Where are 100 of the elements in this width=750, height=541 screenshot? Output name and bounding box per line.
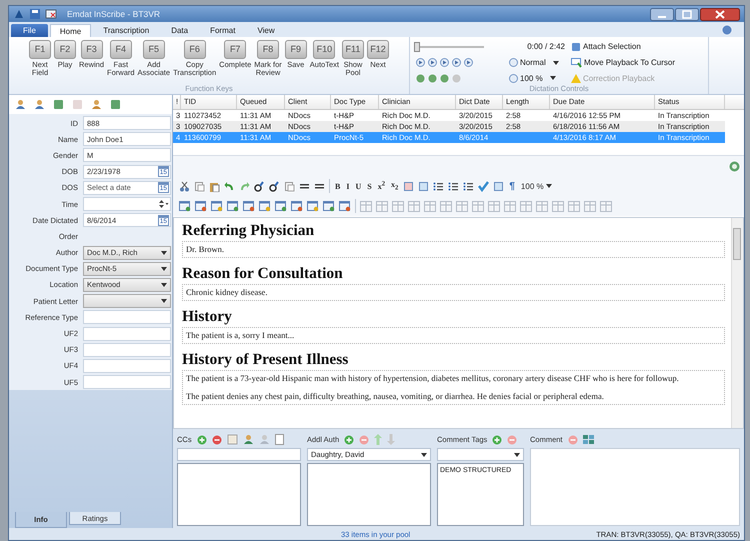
close-document-icon[interactable] xyxy=(45,8,57,20)
circle-icon[interactable] xyxy=(440,74,449,82)
tag-dropdown[interactable] xyxy=(437,448,524,461)
table-icon[interactable] xyxy=(536,200,548,212)
table-icon[interactable] xyxy=(376,200,388,212)
window-icon[interactable] xyxy=(307,200,319,212)
grid-icon[interactable] xyxy=(582,435,594,444)
media-control-button[interactable] xyxy=(440,58,449,67)
undo-icon[interactable] xyxy=(224,180,235,192)
format-button[interactable]: B xyxy=(334,182,342,190)
media-control-button[interactable] xyxy=(464,58,473,67)
ribbon-tab[interactable]: Data xyxy=(161,24,198,37)
table-icon[interactable] xyxy=(456,200,468,212)
window-icon[interactable] xyxy=(291,200,303,212)
person-icon[interactable] xyxy=(34,99,45,110)
table-icon[interactable] xyxy=(392,200,404,212)
circle-icon[interactable] xyxy=(428,74,437,82)
save-icon[interactable] xyxy=(29,8,41,20)
text-field[interactable] xyxy=(83,375,171,390)
list-icon[interactable] xyxy=(433,180,444,192)
format-button[interactable]: x$^{2}$ xyxy=(376,180,386,192)
scissors-icon[interactable] xyxy=(179,180,190,192)
text-field[interactable] xyxy=(83,342,171,357)
window-icon[interactable] xyxy=(211,200,223,212)
format-button[interactable]: I xyxy=(345,182,350,190)
ribbon-tab[interactable]: Home xyxy=(50,24,92,37)
window-icon[interactable] xyxy=(195,200,207,212)
volume-dropdown[interactable]: 100 % xyxy=(509,74,571,82)
table-icon[interactable] xyxy=(584,200,596,212)
add-icon[interactable] xyxy=(196,434,207,444)
author-list[interactable] xyxy=(307,463,431,526)
zoom-dropdown[interactable]: 100 % xyxy=(520,182,553,190)
media-control-button[interactable] xyxy=(416,58,425,67)
table-icon[interactable] xyxy=(488,200,500,212)
link-icon[interactable] xyxy=(269,180,280,192)
circle-icon[interactable] xyxy=(416,74,425,82)
copy-icon[interactable] xyxy=(194,180,205,192)
window-icon[interactable] xyxy=(275,200,287,212)
table-icon[interactable] xyxy=(568,200,580,212)
table-icon[interactable] xyxy=(360,200,372,212)
window-icon[interactable] xyxy=(179,200,191,212)
table-icon[interactable] xyxy=(408,200,420,212)
time-field[interactable] xyxy=(83,197,171,212)
media-control-button[interactable] xyxy=(428,58,437,67)
table-icon[interactable] xyxy=(504,200,516,212)
paste-icon[interactable] xyxy=(209,180,220,192)
format-button[interactable]: S xyxy=(366,182,373,190)
add-icon[interactable] xyxy=(344,434,354,444)
remove-icon[interactable] xyxy=(568,434,578,444)
person-icon[interactable] xyxy=(242,434,254,445)
text-field[interactable] xyxy=(83,326,171,341)
spinner-icon[interactable] xyxy=(157,198,169,210)
table-icon[interactable] xyxy=(600,200,612,212)
text-field[interactable] xyxy=(83,310,171,324)
format-button[interactable]: x$_{2}$ xyxy=(390,180,400,192)
window-icon[interactable] xyxy=(323,200,335,212)
cc-list[interactable] xyxy=(177,463,301,526)
ribbon-tab[interactable]: Format xyxy=(200,24,246,37)
section-text-box[interactable] xyxy=(182,370,725,405)
add-icon[interactable] xyxy=(492,434,502,444)
cc-input-field[interactable] xyxy=(177,448,301,461)
comment-field[interactable] xyxy=(530,448,740,526)
table-icon[interactable] xyxy=(552,200,564,212)
help-icon[interactable] xyxy=(722,25,732,35)
file-menu-tab[interactable]: File xyxy=(11,24,48,37)
link-icon[interactable] xyxy=(254,180,265,192)
window-icon[interactable] xyxy=(339,200,351,212)
paragraph-mark-button[interactable]: ¶ xyxy=(508,180,516,192)
attach-selection-button[interactable]: Attach Selection xyxy=(571,42,704,52)
window-icon[interactable] xyxy=(259,200,271,212)
section-text-box[interactable]: The patient is a, sorry I meant... xyxy=(182,327,725,344)
table-icon[interactable] xyxy=(424,200,436,212)
circle-icon[interactable] xyxy=(452,74,461,82)
section-text-box[interactable]: Chronic kidney disease. xyxy=(182,284,725,301)
document-editor[interactable] xyxy=(173,217,744,429)
move-playback-button[interactable]: Move Playback To Cursor xyxy=(571,58,704,68)
window-icon[interactable] xyxy=(227,200,239,212)
format-button[interactable]: U xyxy=(354,182,362,190)
section-text-box[interactable]: Dr. Brown. xyxy=(182,241,725,258)
table-icon[interactable] xyxy=(472,200,484,212)
dropdown[interactable] xyxy=(83,294,171,308)
person-icon[interactable] xyxy=(15,99,26,110)
remove-icon[interactable] xyxy=(212,434,222,444)
ribbon-tab[interactable]: Transcription xyxy=(93,24,160,37)
redo-icon[interactable] xyxy=(239,180,250,192)
maximize-button[interactable] xyxy=(675,8,699,20)
media-control-button[interactable] xyxy=(452,58,461,67)
remove-icon[interactable] xyxy=(359,434,370,444)
table-icon[interactable] xyxy=(520,200,532,212)
table-icon[interactable] xyxy=(440,200,452,212)
remove-icon[interactable] xyxy=(507,434,518,444)
speed-dropdown[interactable]: Normal xyxy=(509,58,571,67)
close-button[interactable] xyxy=(700,8,740,20)
person-icon[interactable] xyxy=(91,99,102,110)
scrollbar[interactable] xyxy=(731,218,743,428)
ribbon-tab[interactable]: View xyxy=(247,24,285,37)
spell-check-icon[interactable] xyxy=(478,180,490,192)
text-field[interactable] xyxy=(83,358,171,373)
minimize-button[interactable] xyxy=(650,8,674,20)
window-icon[interactable] xyxy=(243,200,255,212)
